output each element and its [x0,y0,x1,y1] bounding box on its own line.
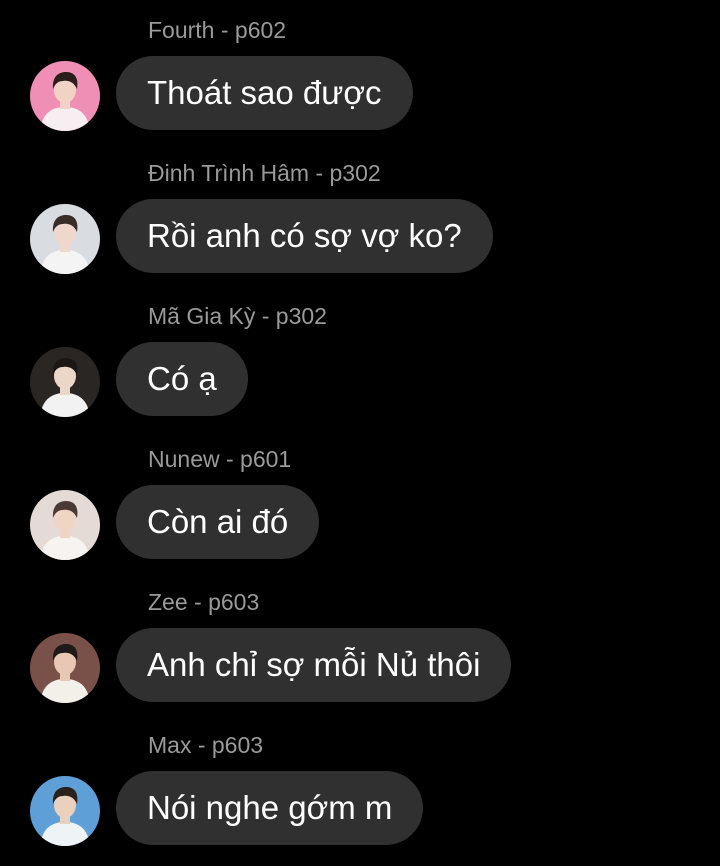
message-bubble[interactable]: Rồi anh có sợ vợ ko? [116,199,493,273]
message-group: Mã Gia Kỳ - p302 Có ạ [0,286,720,430]
avatar[interactable] [30,204,100,274]
message-bubble[interactable]: Anh chỉ sợ mỗi Nủ thôi [116,628,512,702]
sender-name: Đinh Trình Hâm - p302 [148,160,381,186]
message-bubble[interactable]: Có ạ [116,342,248,416]
avatar[interactable] [30,633,100,703]
chat-thread[interactable]: Fourth - p602 Thoát sao được Đinh Trình … [0,0,720,866]
message-group: Nunew - p601 Còn ai đó [0,429,720,573]
avatar[interactable] [30,776,100,846]
message-bubble[interactable]: Nói nghe gớm m [116,771,424,845]
message-bubble[interactable]: Còn ai đó [116,485,320,559]
message-bubble[interactable]: Thoát sao được [116,56,413,130]
message-group: Max - p603 Nói nghe gớm m [0,715,720,859]
sender-name: Fourth - p602 [148,17,287,43]
sender-name: Max - p603 [148,732,264,758]
avatar[interactable] [30,347,100,417]
sender-name: Nunew - p601 [148,446,292,472]
avatar[interactable] [30,490,100,560]
sender-name: Zee - p603 [148,589,260,615]
sender-name: Mã Gia Kỳ - p302 [148,303,327,329]
avatar[interactable] [30,61,100,131]
message-group: Đinh Trình Hâm - p302 Rồi anh có sợ vợ k… [0,143,720,287]
message-group: Fourth - p602 Thoát sao được [0,0,720,144]
message-group: Zee - p603 Anh chỉ sợ mỗi Nủ thôi [0,572,720,716]
